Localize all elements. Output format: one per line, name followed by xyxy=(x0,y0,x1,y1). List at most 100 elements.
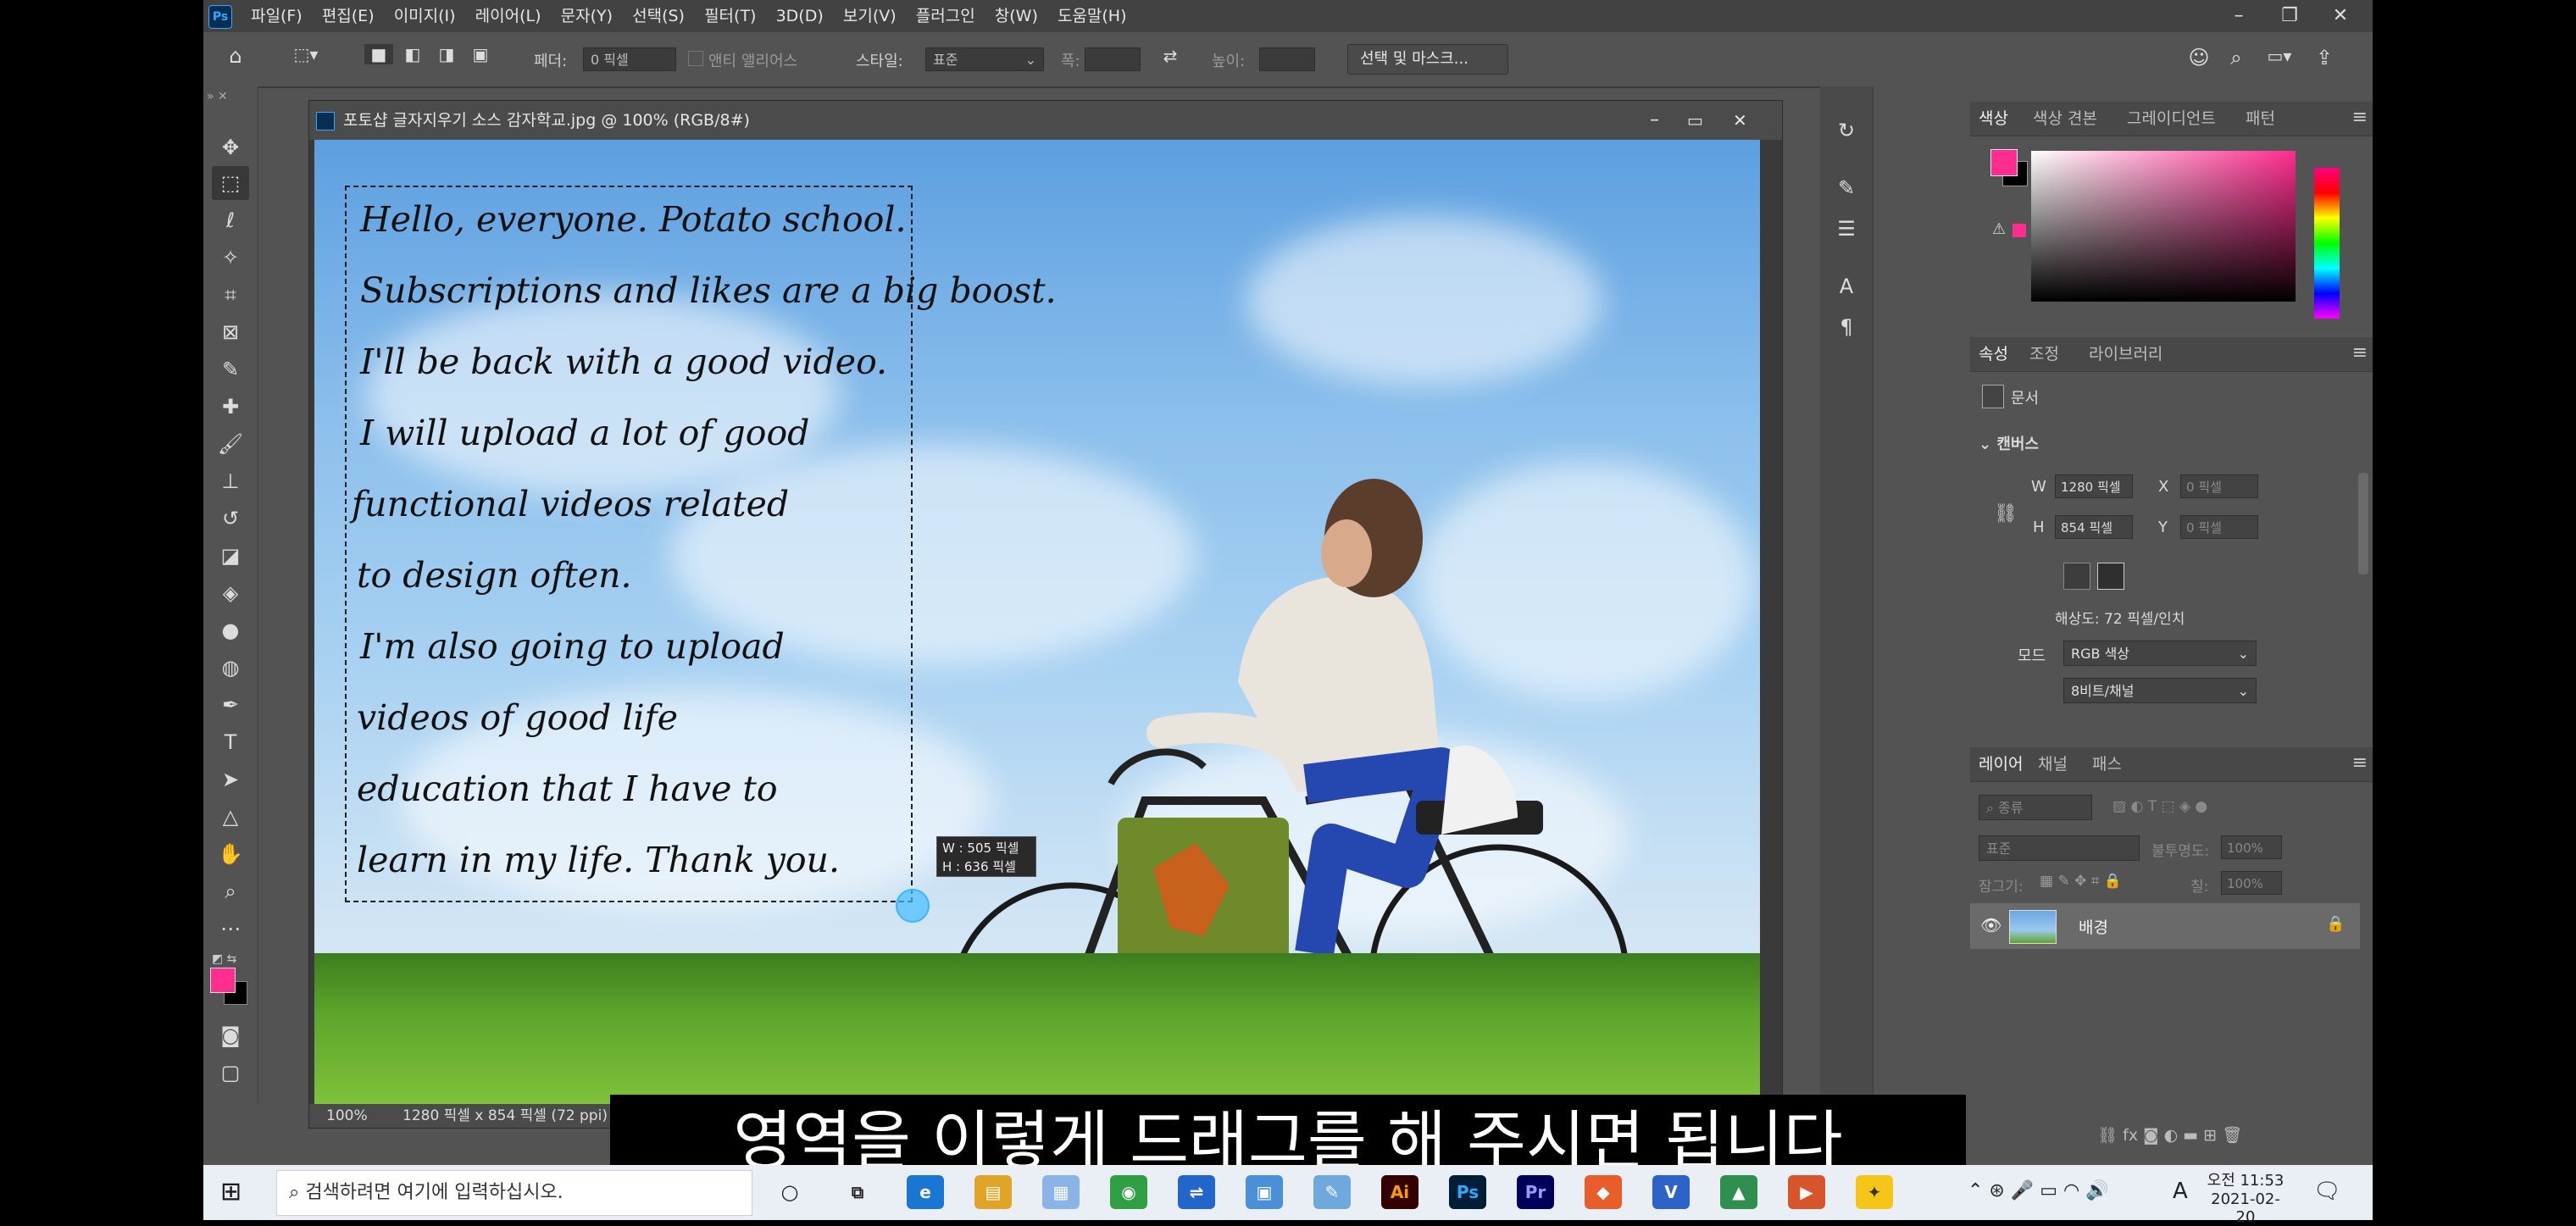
cortana-icon[interactable]: ○ xyxy=(771,1175,808,1209)
opacity-field[interactable]: 100% xyxy=(2221,835,2282,859)
ime-indicator[interactable]: A xyxy=(2173,1179,2188,1204)
workspace-icon[interactable]: ▭▾ xyxy=(2257,46,2301,66)
tab-swatches[interactable]: 색상 견본 xyxy=(2033,102,2097,136)
width-input[interactable] xyxy=(1085,47,1141,71)
app-icon[interactable]: ✦ xyxy=(1856,1175,1893,1209)
crop-tool-icon[interactable]: ⌗ xyxy=(212,278,249,312)
paint-bucket-tool-icon[interactable]: ◈ xyxy=(212,576,249,610)
height-field[interactable]: 854 픽셀 xyxy=(2055,515,2133,539)
app-icon[interactable]: ▣ xyxy=(1246,1175,1283,1209)
windows-start-icon[interactable]: ⊞ xyxy=(220,1177,242,1207)
menu-select[interactable]: 선택(S) xyxy=(632,0,685,32)
hand-tool-icon[interactable]: ✋ xyxy=(212,837,249,871)
antialias-checkbox[interactable] xyxy=(688,51,703,66)
menu-help[interactable]: 도움말(H) xyxy=(1058,0,1127,32)
quick-mask-icon[interactable]: ◙ xyxy=(212,1018,249,1052)
blend-mode-select[interactable]: 표준 xyxy=(1979,835,2140,861)
task-view-icon[interactable]: ⧉ xyxy=(839,1175,876,1209)
tab-channels[interactable]: 채널 xyxy=(2038,747,2068,781)
feather-input[interactable]: 0 픽셀 xyxy=(583,47,676,71)
canvas-section-label[interactable]: ⌄ 캔버스 xyxy=(1979,432,2039,454)
foreground-color-swatch[interactable] xyxy=(210,968,236,993)
minimize-icon[interactable]: – xyxy=(2213,0,2264,32)
app-icon[interactable]: ◆ xyxy=(1585,1175,1622,1209)
stamp-tool-icon[interactable]: ⊥ xyxy=(212,464,249,498)
menu-edit[interactable]: 편집(E) xyxy=(322,0,375,32)
app-icon[interactable]: ✎ xyxy=(1313,1175,1351,1209)
collapse-icon[interactable]: » ✕ xyxy=(207,90,228,103)
menu-plugins[interactable]: 플러그인 xyxy=(916,0,975,32)
chrome-icon[interactable]: ◉ xyxy=(1110,1175,1147,1209)
select-and-mask-button[interactable]: 선택 및 마스크... xyxy=(1347,44,1508,75)
type-tool-icon[interactable]: T xyxy=(212,725,249,759)
menu-view[interactable]: 보기(V) xyxy=(843,0,897,32)
swap-icon[interactable]: ⇄ xyxy=(1156,46,1185,66)
intersect-selection-icon[interactable]: ▣ xyxy=(466,44,495,64)
app-icon[interactable]: V xyxy=(1652,1175,1690,1209)
subtract-selection-icon[interactable]: ◨ xyxy=(432,44,461,64)
doc-minimize-icon[interactable]: – xyxy=(1650,101,1659,140)
zoom-level[interactable]: 100% xyxy=(326,1104,368,1128)
rect-marquee-tool-icon[interactable]: ⬚ xyxy=(212,166,249,200)
menu-file[interactable]: 파일(F) xyxy=(251,0,303,32)
share-icon[interactable]: ⇪ xyxy=(2310,46,2339,69)
image-canvas[interactable]: Hello, everyone. Potato school. Subscrip… xyxy=(314,140,1760,1104)
layer-row[interactable]: 👁 배경 🔒 xyxy=(1970,903,2360,949)
new-selection-icon[interactable]: ■ xyxy=(364,44,393,64)
eyedropper-tool-icon[interactable]: ✎ xyxy=(212,352,249,386)
tab-patterns[interactable]: 패턴 xyxy=(2246,102,2275,136)
frame-tool-icon[interactable]: ⊠ xyxy=(212,315,249,349)
tab-gradients[interactable]: 그레이디언트 xyxy=(2127,102,2216,136)
premiere-icon[interactable]: Pr xyxy=(1517,1175,1554,1209)
color-field[interactable] xyxy=(2031,151,2296,302)
landscape-orientation-icon[interactable] xyxy=(2097,563,2124,590)
paragraph-panel-icon[interactable]: ¶ xyxy=(1830,315,1863,339)
app-icon[interactable]: ⇌ xyxy=(1178,1175,1215,1209)
screen-mode-icon[interactable]: ▢ xyxy=(212,1056,249,1090)
mode-select[interactable]: RGB 색상 ⌄ xyxy=(2063,641,2257,666)
home-icon[interactable]: ⌂ xyxy=(220,44,251,68)
portrait-orientation-icon[interactable] xyxy=(2063,563,2090,590)
photoshop-taskbar-icon[interactable]: Ps xyxy=(1449,1175,1486,1209)
shape-tool-icon[interactable]: △ xyxy=(212,800,249,834)
share-user-icon[interactable]: ☺ xyxy=(2185,46,2213,69)
tray-icons[interactable]: ⌃ ⊛ 🎤 ▭ ◠ 🔊 xyxy=(1968,1180,2109,1201)
fg-color-chip[interactable] xyxy=(1990,149,2018,176)
zoom-tool-icon[interactable]: ⌕ xyxy=(212,874,249,908)
depth-select[interactable]: 8비트/채널 ⌄ xyxy=(2063,678,2257,703)
tab-properties[interactable]: 속성 xyxy=(1979,337,2008,371)
dodge-tool-icon[interactable]: ◍ xyxy=(212,651,249,685)
clock[interactable]: 오전 11:53 2021-02-20 xyxy=(2201,1168,2290,1226)
path-selection-tool-icon[interactable]: ➤ xyxy=(212,763,249,796)
eye-icon[interactable]: 👁 xyxy=(1980,915,2001,935)
tab-layers[interactable]: 레이어 xyxy=(1979,747,2023,781)
eraser-tool-icon[interactable]: ◪ xyxy=(212,539,249,573)
healing-brush-tool-icon[interactable]: ✚ xyxy=(212,390,249,424)
hue-slider[interactable] xyxy=(2314,168,2340,319)
layer-footer-icons[interactable]: ⛓ fx ◙ ◐ ▬ ⊞ 🗑 xyxy=(2097,1125,2242,1145)
height-input[interactable] xyxy=(1259,47,1315,71)
y-field[interactable]: 0 픽셀 xyxy=(2180,515,2258,539)
tab-paths[interactable]: 패스 xyxy=(2092,747,2122,781)
close-icon[interactable]: ✕ xyxy=(2315,0,2366,32)
document-tab[interactable]: 포토샵 글자지우기 소스 감자학교.jpg @ 100% (RGB/8#) – … xyxy=(309,101,1782,140)
edge-icon[interactable]: e xyxy=(907,1175,944,1209)
doc-restore-icon[interactable]: ▭ xyxy=(1687,101,1703,140)
app-icon[interactable]: ▦ xyxy=(1042,1175,1080,1209)
x-field[interactable]: 0 픽셀 xyxy=(2180,474,2258,498)
blur-tool-icon[interactable]: ● xyxy=(212,613,249,647)
panel-menu-icon[interactable]: ≡ xyxy=(2352,342,2368,363)
illustrator-icon[interactable]: Ai xyxy=(1381,1175,1418,1209)
width-field[interactable]: 1280 픽셀 xyxy=(2055,474,2133,498)
adjustments-icon[interactable]: ☰ xyxy=(1830,217,1863,241)
lock-icons[interactable]: ▦ ✎ ✥ ⌗ 🔒 xyxy=(2040,873,2122,890)
menu-3d[interactable]: 3D(D) xyxy=(776,0,824,32)
app-icon[interactable]: ▶ xyxy=(1788,1175,1825,1209)
reset-colors-icon[interactable]: ◩ ⇆ xyxy=(212,952,236,966)
more-tools-icon[interactable]: ⋯ xyxy=(212,912,249,946)
menu-image[interactable]: 이미지(I) xyxy=(394,0,456,32)
panel-menu-icon[interactable]: ≡ xyxy=(2352,752,2368,774)
lasso-tool-icon[interactable]: ℓ xyxy=(212,203,249,237)
tab-libraries[interactable]: 라이브러리 xyxy=(2089,337,2162,371)
history-panel-icon[interactable]: ↻ xyxy=(1830,119,1863,142)
